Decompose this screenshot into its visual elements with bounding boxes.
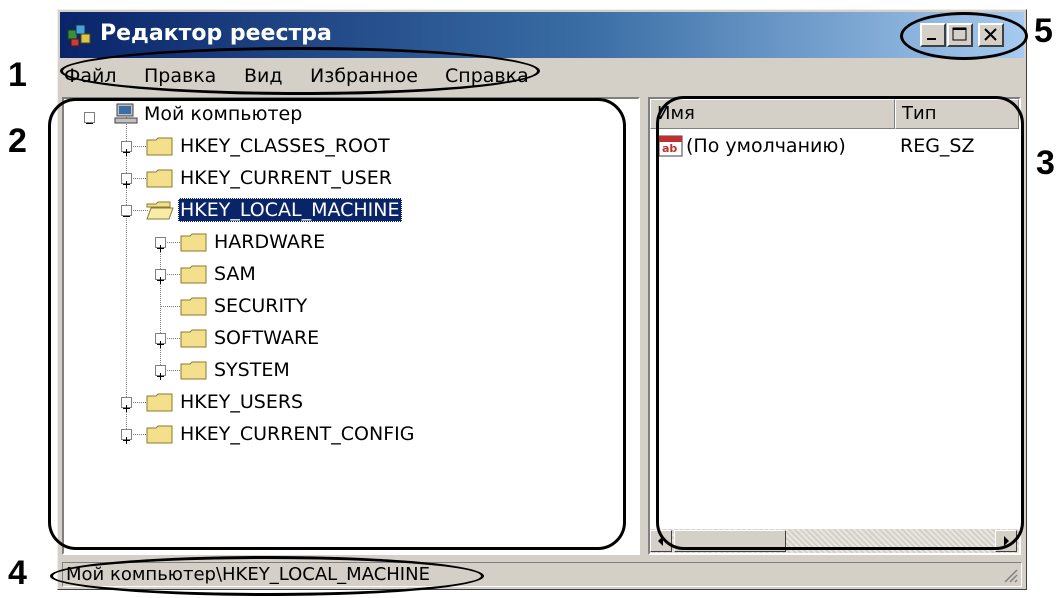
tree-node-label: HKEY_USERS bbox=[180, 391, 304, 413]
maximize-icon bbox=[952, 27, 967, 41]
value-type: REG_SZ bbox=[900, 135, 975, 157]
title-bar[interactable]: Редактор реестра bbox=[60, 12, 1024, 58]
folder-icon bbox=[180, 329, 207, 348]
expand-icon[interactable] bbox=[121, 173, 132, 188]
arrow-left-icon bbox=[658, 536, 663, 546]
tree-node-label: HKEY_CLASSES_ROOT bbox=[180, 135, 390, 157]
status-field: Мой компьютер\HKEY_LOCAL_MACHINE bbox=[62, 562, 1022, 587]
expand-icon[interactable] bbox=[155, 269, 166, 284]
tree-node-hkey-local-machine[interactable]: HKEY_LOCAL_MACHINE bbox=[64, 197, 624, 227]
menu-bar: Файл Правка Вид Избранное Справка bbox=[60, 60, 1024, 94]
tree-node-system[interactable]: SYSTEM bbox=[64, 357, 624, 387]
tree-node-label: HKEY_CURRENT_CONFIG bbox=[180, 423, 415, 445]
registry-editor-icon bbox=[67, 24, 91, 47]
horizontal-scrollbar[interactable] bbox=[650, 529, 1019, 553]
callout-4: 4 bbox=[8, 554, 27, 592]
tree-node-label: SOFTWARE bbox=[214, 327, 320, 349]
callout-3: 3 bbox=[1036, 144, 1055, 182]
callout-5: 5 bbox=[1034, 12, 1053, 50]
list-row[interactable]: ab (По умолчанию) REG_SZ bbox=[650, 133, 1019, 163]
value-name: (По умолчанию) bbox=[686, 135, 846, 157]
tree-node-hkey-classes-root[interactable]: HKEY_CLASSES_ROOT bbox=[64, 133, 624, 163]
arrow-right-icon bbox=[1004, 536, 1009, 546]
column-header-name[interactable]: Имя bbox=[650, 99, 895, 129]
tree-node-hkey-current-config[interactable]: HKEY_CURRENT_CONFIG bbox=[64, 421, 624, 451]
close-button[interactable] bbox=[978, 23, 1004, 47]
tree-node-label: HKEY_CURRENT_USER bbox=[180, 167, 392, 189]
scroll-thumb[interactable] bbox=[674, 530, 786, 552]
scroll-left-button[interactable] bbox=[650, 530, 672, 552]
minimize-icon bbox=[927, 38, 936, 40]
menu-edit[interactable]: Правка bbox=[144, 65, 216, 87]
folder-icon bbox=[146, 169, 173, 188]
tree-node-hardware[interactable]: HARDWARE bbox=[64, 229, 624, 259]
menu-view[interactable]: Вид bbox=[244, 65, 283, 87]
status-path: Мой компьютер\HKEY_LOCAL_MACHINE bbox=[66, 564, 430, 585]
tree-node-label: SECURITY bbox=[214, 295, 308, 317]
computer-icon bbox=[114, 103, 138, 124]
minimize-button[interactable] bbox=[920, 23, 946, 47]
svg-text:ab: ab bbox=[662, 142, 677, 155]
tree-node-security[interactable]: SECURITY bbox=[64, 293, 624, 323]
callout-2: 2 bbox=[8, 122, 27, 160]
maximize-button[interactable] bbox=[947, 23, 973, 47]
tree-node-software[interactable]: SOFTWARE bbox=[64, 325, 624, 355]
tree-node-label-selected: HKEY_LOCAL_MACHINE bbox=[178, 198, 402, 222]
expand-icon[interactable] bbox=[155, 365, 166, 380]
expand-icon[interactable] bbox=[121, 429, 132, 444]
tree-node-hkey-current-user[interactable]: HKEY_CURRENT_USER bbox=[64, 165, 624, 195]
folder-icon bbox=[146, 137, 173, 156]
values-list-pane[interactable]: Имя Тип ab (По умолчанию) REG_SZ bbox=[648, 97, 1021, 555]
registry-editor-window: Редактор реестра Файл Правка Вид Избранн… bbox=[57, 9, 1027, 590]
collapse-icon[interactable] bbox=[121, 205, 132, 217]
string-value-icon: ab bbox=[658, 135, 683, 157]
tree-node-sam[interactable]: SAM bbox=[64, 261, 624, 291]
menu-favorites[interactable]: Избранное bbox=[310, 65, 418, 87]
tree-node-label: SAM bbox=[214, 263, 256, 285]
collapse-icon[interactable] bbox=[84, 112, 95, 124]
open-folder-icon bbox=[146, 201, 174, 220]
column-header-type[interactable]: Тип bbox=[895, 99, 1019, 129]
menu-help[interactable]: Справка bbox=[445, 65, 529, 87]
expand-icon[interactable] bbox=[121, 397, 132, 412]
folder-icon bbox=[180, 265, 207, 284]
window-title: Редактор реестра bbox=[100, 21, 332, 46]
expand-icon[interactable] bbox=[121, 141, 132, 156]
resize-grip-icon[interactable] bbox=[1002, 567, 1018, 583]
expand-icon[interactable] bbox=[155, 333, 166, 348]
tree-node-hkey-users[interactable]: HKEY_USERS bbox=[64, 389, 624, 419]
folder-icon bbox=[146, 425, 173, 444]
folder-icon bbox=[180, 233, 207, 252]
folder-icon bbox=[146, 393, 173, 412]
close-icon bbox=[984, 28, 997, 41]
status-bar: Мой компьютер\HKEY_LOCAL_MACHINE bbox=[60, 561, 1024, 588]
folder-icon bbox=[180, 297, 207, 316]
tree-node-label: SYSTEM bbox=[214, 359, 290, 381]
callout-1: 1 bbox=[8, 56, 27, 94]
tree-root-my-computer[interactable]: Мой компьютер bbox=[144, 102, 302, 126]
key-tree-pane[interactable]: Мой компьютер HKEY_CLASSES_ROOT HKEY_CUR… bbox=[62, 97, 640, 555]
folder-icon bbox=[180, 361, 207, 380]
menu-file[interactable]: Файл bbox=[64, 65, 117, 87]
tree-node-label: HARDWARE bbox=[214, 231, 326, 253]
scroll-right-button[interactable] bbox=[995, 530, 1017, 552]
expand-icon[interactable] bbox=[155, 237, 166, 252]
